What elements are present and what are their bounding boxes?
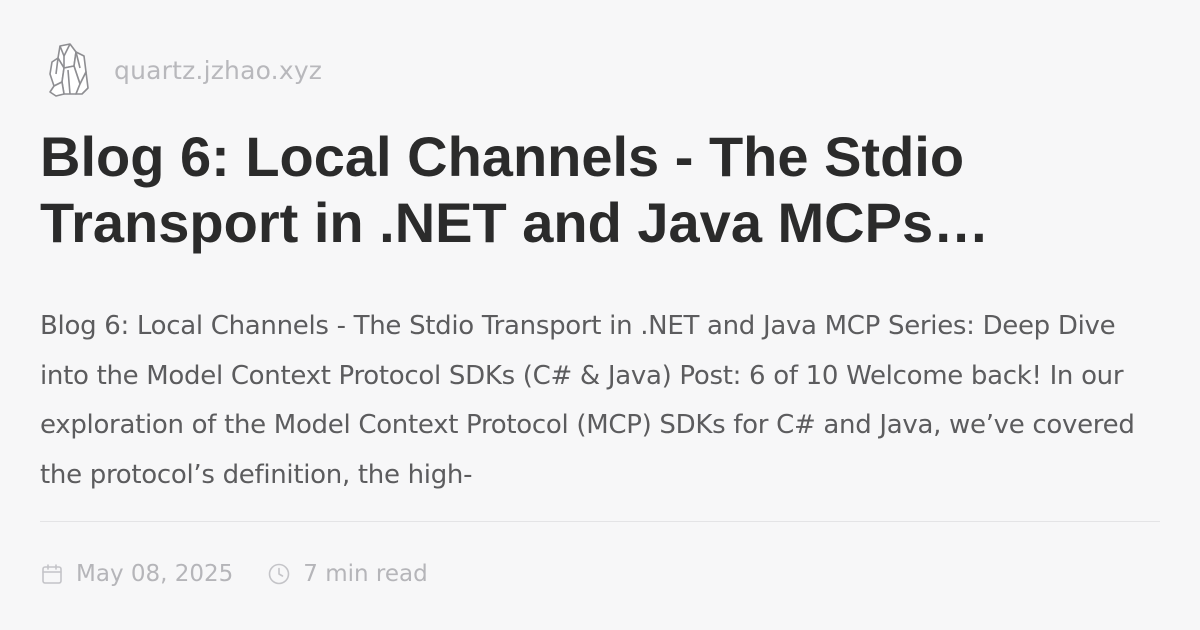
clock-icon	[268, 563, 290, 585]
calendar-icon	[42, 564, 62, 584]
post-description: Blog 6: Local Channels - The Stdio Trans…	[40, 311, 1135, 490]
post-date-text: May 08, 2025	[76, 561, 234, 587]
site-header: quartz.jzhao.xyz	[46, 40, 322, 100]
post-meta: May 08, 2025 7 min read	[40, 556, 428, 592]
divider	[40, 521, 1160, 522]
crystal-quartz-icon	[49, 43, 89, 97]
social-preview-card: quartz.jzhao.xyz Blog 6: Local Channels …	[0, 0, 1200, 630]
post-read-time-text: 7 min read	[303, 561, 428, 587]
site-url[interactable]: quartz.jzhao.xyz	[114, 56, 322, 85]
post-title: Blog 6: Local Channels - The Stdio Trans…	[40, 125, 990, 254]
post-read-time: 7 min read	[267, 561, 428, 587]
post-date: May 08, 2025	[40, 561, 233, 587]
